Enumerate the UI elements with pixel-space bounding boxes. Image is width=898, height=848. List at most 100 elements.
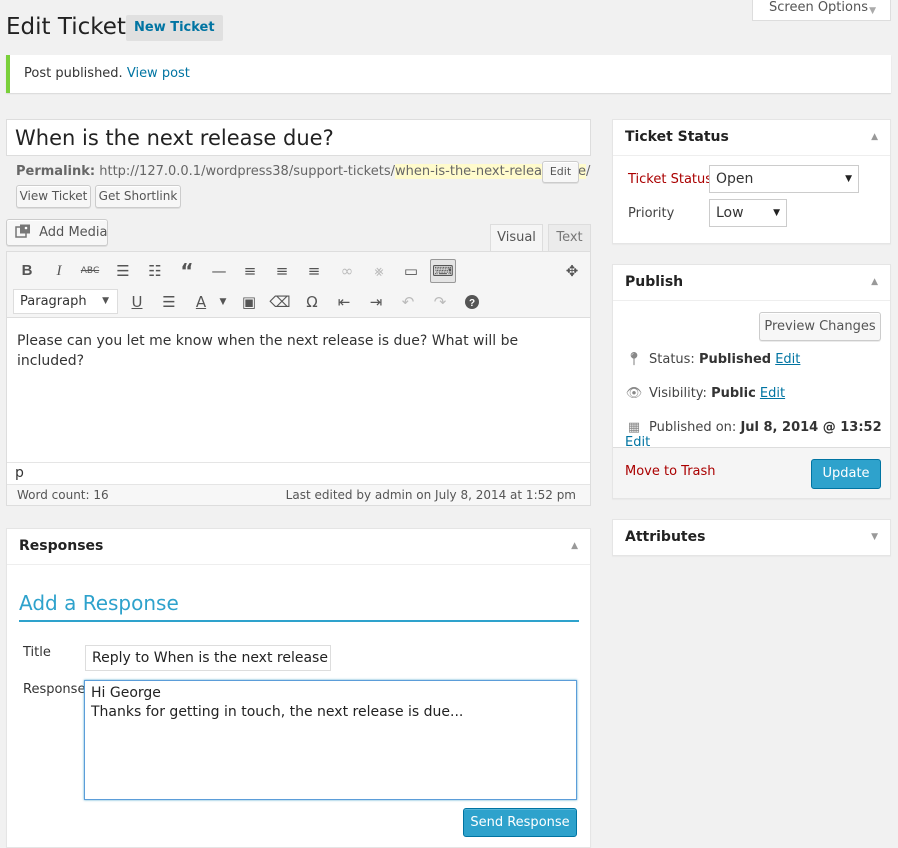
underline-icon[interactable]: U <box>126 291 148 313</box>
response-title-input[interactable]: Reply to When is the next release <box>85 645 331 671</box>
add-media-label: Add Media <box>39 225 108 240</box>
fullscreen-icon[interactable]: ✥ <box>561 260 583 282</box>
svg-text:?: ? <box>469 298 475 309</box>
add-response-heading: Add a Response <box>19 591 579 622</box>
paste-text-icon[interactable]: ▣ <box>238 291 260 313</box>
undo-icon[interactable]: ↶ <box>397 291 419 313</box>
published-label: Published on: <box>649 420 737 435</box>
unlink-icon[interactable]: ⨳ <box>368 260 390 282</box>
responses-title: Responses <box>19 538 104 554</box>
tab-text[interactable]: Text <box>548 224 591 252</box>
horizontal-line-icon[interactable]: — <box>208 260 230 282</box>
link-icon[interactable]: ∞ <box>336 260 358 282</box>
ticket-status-select[interactable]: Open ▼ <box>709 165 859 193</box>
justify-icon[interactable]: ☰ <box>158 291 180 313</box>
priority-value: Low <box>716 205 744 221</box>
published-notice: Post published. View post <box>6 55 891 93</box>
numbered-list-icon[interactable]: ☷ <box>144 260 166 282</box>
word-count: Word count: 16 <box>17 488 109 502</box>
attributes-title: Attributes <box>625 529 706 545</box>
response-textarea[interactable]: Hi George Thanks for getting in touch, t… <box>84 680 577 800</box>
ticket-status-value: Open <box>716 171 754 187</box>
align-left-icon[interactable]: ≡ <box>239 260 261 282</box>
published-value: Jul 8, 2014 @ 13:52 <box>740 420 882 435</box>
status-label: Status: <box>649 352 695 367</box>
strikethrough-icon[interactable]: ABC <box>79 260 101 282</box>
text-color-icon[interactable]: A <box>190 291 212 313</box>
update-button[interactable]: Update <box>811 459 881 489</box>
status-row: 📍︎ Status: Published Edit <box>625 352 801 367</box>
media-icon <box>15 224 30 238</box>
publish-actions: Move to Trash Update <box>613 447 890 498</box>
caret-down-icon: ▼ <box>869 6 876 16</box>
toolbar-toggle-icon[interactable]: ⌨ <box>430 259 456 283</box>
edit-status-link[interactable]: Edit <box>775 352 800 367</box>
ticket-status-label: Ticket Status <box>628 172 713 187</box>
align-right-icon[interactable]: ≡ <box>303 260 325 282</box>
pin-icon: 📍︎ <box>625 352 643 367</box>
attributes-box: Attributes ▼ <box>612 519 891 556</box>
content-editor: B I ABC ☰ ☷ “ — ≡ ≡ ≡ ∞ ⨳ ▭ ⌨ ✥ Paragrap… <box>6 251 591 506</box>
published-on-row: ▦ Published on: Jul 8, 2014 @ 13:52 Edit <box>625 420 890 450</box>
add-media-button[interactable]: Add Media <box>6 219 108 246</box>
get-shortlink-button[interactable]: Get Shortlink <box>95 185 181 208</box>
responses-header[interactable]: Responses ▲ <box>7 529 590 565</box>
caret-down-icon: ▼ <box>102 296 109 306</box>
permalink-end: / <box>585 164 591 179</box>
permalink: Permalink: http://127.0.0.1/wordpress38/… <box>16 163 590 181</box>
last-edited: Last edited by admin on July 8, 2014 at … <box>285 488 576 502</box>
visibility-value: Public <box>711 386 756 401</box>
bold-icon[interactable]: B <box>16 260 38 282</box>
caret-down-icon: ▼ <box>773 208 780 218</box>
text-color-caret-icon[interactable]: ▼ <box>212 291 234 313</box>
ticket-status-header[interactable]: Ticket Status ▲ <box>613 120 890 156</box>
help-icon[interactable]: ? <box>461 291 483 313</box>
permalink-base: http://127.0.0.1/wordpress38/support-tic… <box>99 164 395 179</box>
collapse-up-icon[interactable]: ▲ <box>571 529 578 564</box>
read-more-icon[interactable]: ▭ <box>400 260 422 282</box>
preview-changes-button[interactable]: Preview Changes <box>759 312 881 341</box>
edit-visibility-link[interactable]: Edit <box>760 386 785 401</box>
tab-visual[interactable]: Visual <box>490 224 543 252</box>
screen-options-button[interactable]: Screen Options ▼ <box>752 0 891 21</box>
eye-icon: 👁︎ <box>625 386 643 401</box>
calendar-icon: ▦ <box>627 420 641 435</box>
status-value: Published <box>698 352 772 367</box>
screen-options-label: Screen Options <box>769 0 868 15</box>
indent-icon[interactable]: ⇥ <box>365 291 387 313</box>
post-title-input[interactable]: When is the next release due? <box>6 119 591 156</box>
new-ticket-button[interactable]: New Ticket <box>126 15 223 41</box>
priority-label: Priority <box>628 206 675 221</box>
response-label: Response <box>23 682 86 697</box>
blockquote-icon[interactable]: “ <box>176 260 198 282</box>
publish-header[interactable]: Publish ▲ <box>613 265 890 301</box>
italic-icon[interactable]: I <box>48 260 70 282</box>
priority-select[interactable]: Low ▼ <box>709 199 787 227</box>
clear-formatting-icon[interactable]: ⌫ <box>269 291 291 313</box>
editor-toolbar: B I ABC ☰ ☷ “ — ≡ ≡ ≡ ∞ ⨳ ▭ ⌨ ✥ Paragrap… <box>7 252 590 318</box>
collapse-up-icon[interactable]: ▲ <box>871 120 878 155</box>
special-character-icon[interactable]: Ω <box>301 291 323 313</box>
view-ticket-button[interactable]: View Ticket <box>16 185 91 208</box>
response-title-label: Title <box>23 645 51 660</box>
visibility-row: 👁︎ Visibility: Public Edit <box>625 386 785 401</box>
format-select[interactable]: Paragraph ▼ <box>13 289 118 314</box>
move-to-trash-link[interactable]: Move to Trash <box>625 464 716 479</box>
permalink-label: Permalink: <box>16 164 96 179</box>
outdent-icon[interactable]: ⇤ <box>333 291 355 313</box>
collapse-up-icon[interactable]: ▲ <box>871 265 878 300</box>
attributes-header[interactable]: Attributes ▼ <box>613 520 890 556</box>
view-post-link[interactable]: View post <box>127 66 190 81</box>
publish-box: Publish ▲ Preview Changes 📍︎ Status: Publ… <box>612 264 891 499</box>
page-title: Edit Ticket <box>6 14 126 40</box>
caret-down-icon: ▼ <box>845 174 852 184</box>
visibility-label: Visibility: <box>649 386 707 401</box>
editor-content[interactable]: Please can you let me know when the next… <box>7 319 590 462</box>
redo-icon[interactable]: ↷ <box>429 291 451 313</box>
bullet-list-icon[interactable]: ☰ <box>112 260 134 282</box>
publish-title: Publish <box>625 274 684 290</box>
align-center-icon[interactable]: ≡ <box>271 260 293 282</box>
expand-down-icon[interactable]: ▼ <box>871 520 878 555</box>
send-response-button[interactable]: Send Response <box>463 808 577 837</box>
edit-slug-button[interactable]: Edit <box>542 161 579 183</box>
